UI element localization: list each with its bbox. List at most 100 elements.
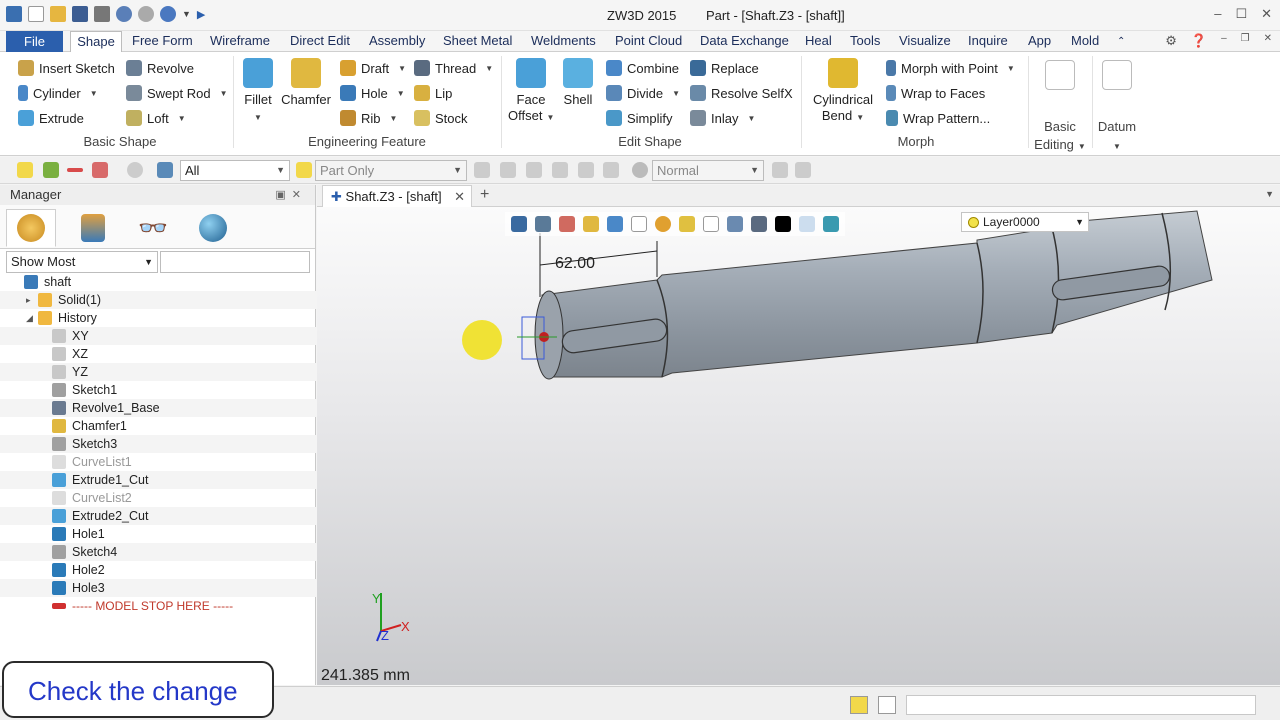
- undo-icon[interactable]: [116, 6, 132, 22]
- scope-select[interactable]: Part Only ▼: [315, 160, 467, 181]
- tree-node[interactable]: Extrude2_Cut: [0, 507, 316, 525]
- shaft-model[interactable]: Y X Z: [317, 185, 1280, 685]
- view-mode-select[interactable]: Normal ▼: [652, 160, 764, 181]
- tree-node[interactable]: ----- MODEL STOP HERE -----: [0, 597, 316, 615]
- lasso-select-icon[interactable]: [127, 162, 143, 178]
- snap-icon[interactable]: [552, 162, 568, 178]
- pin-icon[interactable]: [603, 162, 619, 178]
- dimension-label[interactable]: 62.00: [555, 255, 595, 273]
- filter-icon[interactable]: [157, 162, 173, 178]
- panel-close-icon[interactable]: ✕: [292, 189, 307, 201]
- hole-button[interactable]: Hole ▼: [340, 85, 405, 101]
- scope-icon[interactable]: [296, 162, 312, 178]
- morph-with-point-button[interactable]: Morph with Point ▼: [886, 60, 1015, 76]
- doc-minimize-icon[interactable]: –: [1221, 33, 1227, 49]
- basic-editing-label[interactable]: Basic Editing ▼: [1030, 118, 1090, 156]
- tree-node[interactable]: CurveList2: [0, 489, 316, 507]
- help-icon[interactable]: ❓: [1191, 33, 1207, 49]
- menu-heal[interactable]: Heal: [805, 33, 832, 48]
- render-icon[interactable]: [751, 216, 767, 232]
- menu-assembly[interactable]: Assembly: [369, 33, 425, 48]
- box-select-icon[interactable]: [92, 162, 108, 178]
- basic-editing-button[interactable]: [1040, 60, 1080, 94]
- menu-wireframe[interactable]: Wireframe: [210, 33, 270, 48]
- cursor-settings-icon[interactable]: [795, 162, 811, 178]
- cursor-option-icon[interactable]: [772, 162, 788, 178]
- add-select-icon[interactable]: [43, 162, 59, 178]
- lip-button[interactable]: Lip: [414, 85, 452, 101]
- repeat-icon[interactable]: [160, 6, 176, 22]
- open-folder-icon[interactable]: [50, 6, 66, 22]
- combine-button[interactable]: Combine: [606, 60, 679, 76]
- cylindrical-bend-button[interactable]: Cylindrical Bend ▼: [808, 58, 878, 126]
- doc-restore-icon[interactable]: ❐: [1241, 33, 1250, 49]
- status-list-icon[interactable]: [878, 696, 896, 714]
- rib-button[interactable]: Rib ▼: [340, 110, 397, 126]
- revolve-button[interactable]: Revolve: [126, 60, 194, 76]
- play-icon[interactable]: ▶: [197, 8, 205, 21]
- tree-filter-input[interactable]: [160, 251, 310, 273]
- redo-icon[interactable]: [138, 6, 154, 22]
- menu-direct-edit[interactable]: Direct Edit: [290, 33, 350, 48]
- tree-node[interactable]: XY: [0, 327, 316, 345]
- wire-cube-icon[interactable]: [631, 216, 647, 232]
- app-icon[interactable]: [6, 6, 22, 22]
- extrude-button[interactable]: Extrude: [18, 110, 84, 126]
- print-icon[interactable]: [94, 6, 110, 22]
- shaded-icon[interactable]: [583, 216, 599, 232]
- menu-free-form[interactable]: Free Form: [132, 33, 193, 48]
- view-mode-icon[interactable]: [632, 162, 648, 178]
- tree-node[interactable]: Sketch4: [0, 543, 316, 561]
- tree-node[interactable]: YZ: [0, 363, 316, 381]
- shell-button[interactable]: Shell: [560, 58, 596, 108]
- display-style-icon[interactable]: [655, 216, 671, 232]
- fillet-button[interactable]: Fillet ▼: [240, 58, 276, 126]
- loft-button[interactable]: Loft ▼: [126, 110, 186, 126]
- divide-button[interactable]: Divide ▼: [606, 85, 680, 101]
- draft-button[interactable]: Draft ▼: [340, 60, 406, 76]
- status-mode-icon[interactable]: [850, 696, 868, 714]
- tab-render[interactable]: [188, 209, 238, 247]
- wrap-to-faces-button[interactable]: Wrap to Faces: [886, 85, 985, 101]
- tab-assembly[interactable]: [68, 209, 118, 247]
- inlay-button[interactable]: Inlay ▼: [690, 110, 755, 126]
- tree-node[interactable]: CurveList1: [0, 453, 316, 471]
- cylinder-button[interactable]: Cylinder ▼: [18, 85, 98, 101]
- tree-node[interactable]: Sketch1: [0, 381, 316, 399]
- show-mode-select[interactable]: Show Most ▼: [6, 251, 158, 273]
- section-icon[interactable]: [703, 216, 719, 232]
- menu-app[interactable]: App: [1028, 33, 1051, 48]
- tree-node[interactable]: Hole1: [0, 525, 316, 543]
- tree-node[interactable]: Chamfer1: [0, 417, 316, 435]
- expand-toggle-icon[interactable]: ▸: [26, 291, 38, 309]
- replace-button[interactable]: Replace: [690, 60, 759, 76]
- stock-button[interactable]: Stock: [414, 110, 468, 126]
- select-pointer-icon[interactable]: [17, 162, 33, 178]
- doc-close-icon[interactable]: ✕: [1264, 33, 1272, 49]
- black-color-swatch[interactable]: [775, 216, 791, 232]
- cube-icon[interactable]: [607, 216, 623, 232]
- panel-pin-icon[interactable]: ▣: [275, 189, 291, 201]
- layer-icon[interactable]: [823, 216, 839, 232]
- insert-sketch-button[interactable]: Insert Sketch: [18, 60, 115, 76]
- graphics-viewport[interactable]: ✚ Shaft.Z3 - [shaft] ✕ + ▼ Y X Z Layer00…: [317, 185, 1280, 685]
- close-icon[interactable]: ✕: [1261, 6, 1272, 22]
- collapse-ribbon-icon[interactable]: ⌃: [1117, 36, 1125, 47]
- filter-select[interactable]: All ▼: [180, 160, 290, 181]
- menu-point-cloud[interactable]: Point Cloud: [615, 33, 682, 48]
- tree-node[interactable]: Revolve1_Base: [0, 399, 316, 417]
- menu-mold[interactable]: Mold: [1071, 33, 1099, 48]
- new-file-icon[interactable]: [28, 6, 44, 22]
- face-offset-button[interactable]: Face Offset ▼: [508, 58, 554, 126]
- simplify-button[interactable]: Simplify: [606, 110, 673, 126]
- layer-select[interactable]: Layer0000 ▼: [961, 212, 1089, 232]
- menu-visualize[interactable]: Visualize: [899, 33, 951, 48]
- pencil-icon[interactable]: [559, 216, 575, 232]
- menu-shape[interactable]: Shape: [70, 31, 122, 53]
- remove-select-icon[interactable]: [67, 168, 83, 172]
- menu-tools[interactable]: Tools: [850, 33, 880, 48]
- expand-toggle-icon[interactable]: ◢: [26, 309, 38, 327]
- menu-weldments[interactable]: Weldments: [531, 33, 596, 48]
- tree-node[interactable]: XZ: [0, 345, 316, 363]
- tree-node[interactable]: Hole2: [0, 561, 316, 579]
